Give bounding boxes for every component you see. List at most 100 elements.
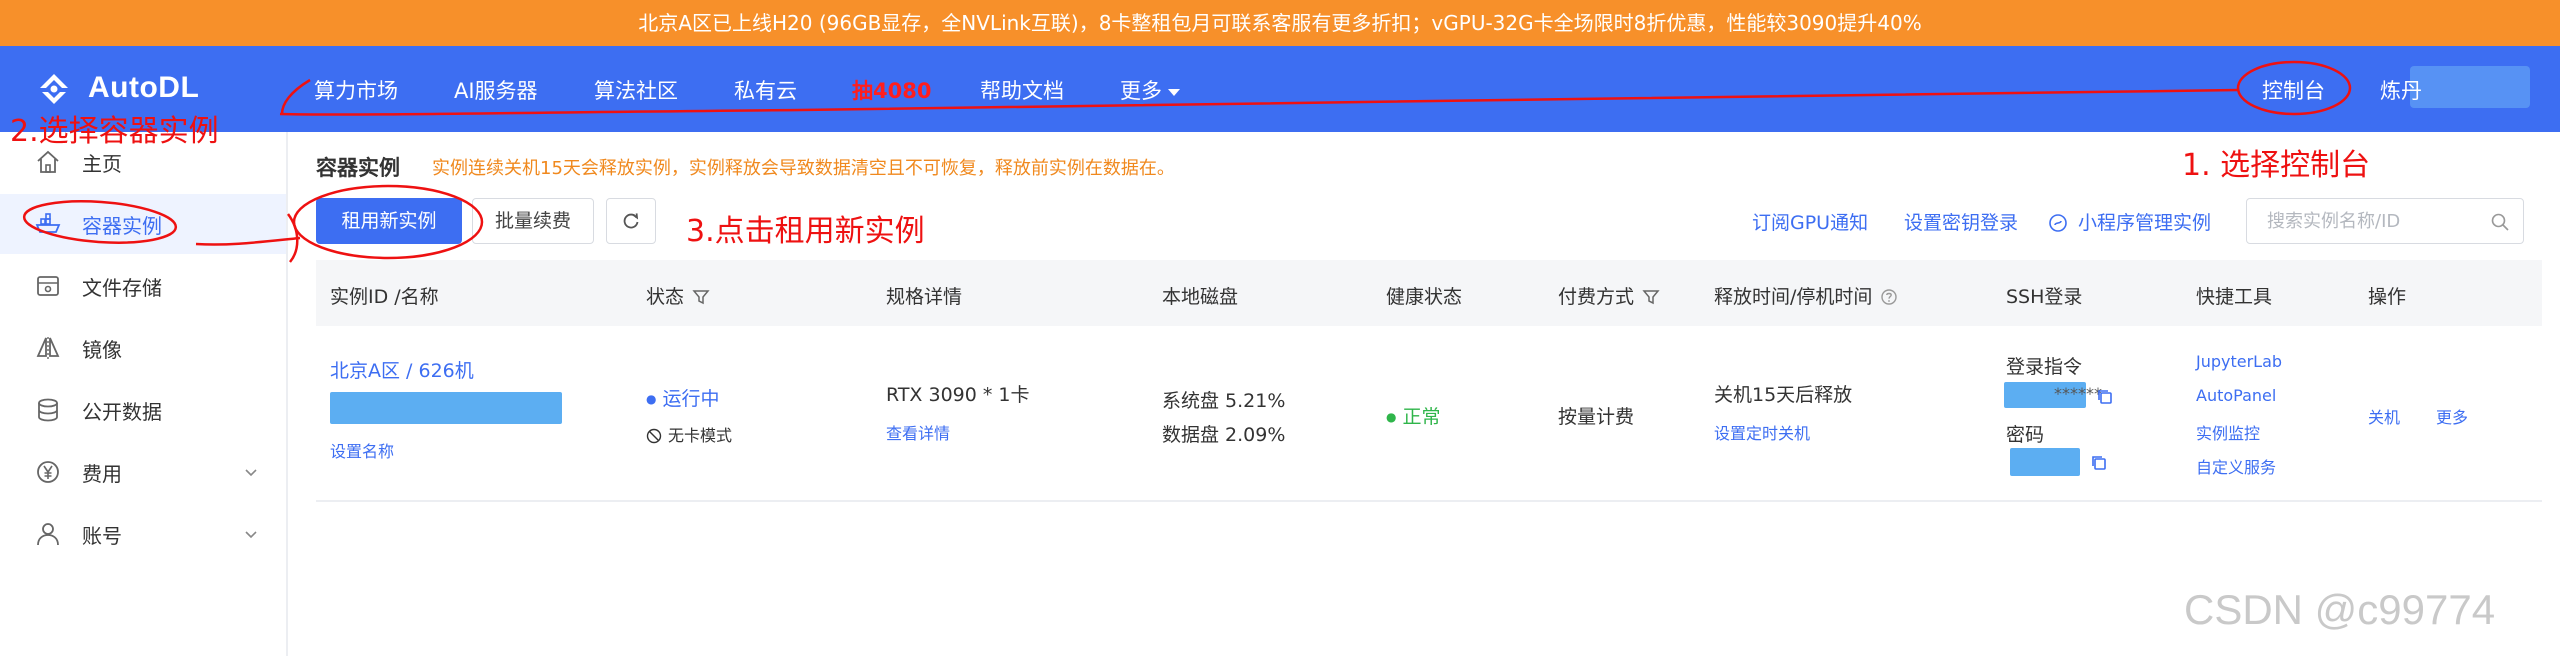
sidebar-item-label: 账号 bbox=[82, 523, 122, 548]
sidebar-item-label: 费用 bbox=[82, 461, 122, 486]
container-icon bbox=[35, 213, 61, 233]
column-health: 健康状态 bbox=[1386, 286, 1463, 308]
annotation-step-3: 3.点击租用新实例 bbox=[686, 214, 925, 249]
table-row: 北京A区 / 626机 设置名称 ● 运行中 无卡模式 RTX 3090 * 1卡… bbox=[316, 326, 2542, 502]
annotation-step-1: 1. 选择控制台 bbox=[2182, 148, 2371, 183]
mini-program-link[interactable]: 小程序管理实例 bbox=[2048, 208, 2211, 235]
tool-autopanel-link[interactable]: AutoPanel bbox=[2196, 386, 2276, 405]
copy-icon[interactable] bbox=[2090, 454, 2108, 472]
sidebar-item-label: 容器实例 bbox=[82, 213, 162, 238]
instance-name-link[interactable]: 北京A区 / 626机 bbox=[330, 356, 474, 383]
annotation-step-2: 2.选择容器实例 bbox=[10, 114, 219, 149]
yen-icon bbox=[37, 461, 59, 483]
csdn-watermark: CSDN @c99774 bbox=[2184, 586, 2496, 633]
view-details-link[interactable]: 查看详情 bbox=[886, 420, 950, 444]
release-notice: 实例连续关机15天会释放实例，实例释放会导致数据清空且不可恢复，释放前实例在数据… bbox=[432, 158, 1175, 179]
filter-icon bbox=[692, 290, 710, 305]
chevron-down-icon bbox=[1168, 88, 1180, 96]
top-navbar: AutoDL 算力市场 AI服务器 算法社区 私有云 抽4080 帮助文档 更多… bbox=[0, 46, 2560, 132]
column-billing[interactable]: 付费方式 bbox=[1558, 282, 1660, 309]
ban-icon bbox=[646, 428, 662, 444]
no-gpu-mode: 无卡模式 bbox=[646, 422, 732, 446]
batch-renew-button[interactable]: 批量续费 bbox=[472, 198, 594, 244]
column-status[interactable]: 状态 bbox=[646, 282, 710, 309]
billing-type: 按量计费 bbox=[1558, 406, 1635, 428]
column-release-time: 释放时间/停机时间 bbox=[1714, 282, 1898, 309]
image-icon bbox=[36, 337, 60, 359]
tool-monitor-link[interactable]: 实例监控 bbox=[2196, 420, 2260, 444]
sidebar-item-billing[interactable]: 费用 bbox=[0, 442, 286, 502]
column-instance-id: 实例ID /名称 bbox=[330, 286, 439, 308]
set-name-link[interactable]: 设置名称 bbox=[330, 438, 394, 462]
data-disk-usage: 数据盘 2.09% bbox=[1162, 424, 1286, 446]
search-input[interactable] bbox=[2246, 198, 2524, 244]
column-local-disk: 本地磁盘 bbox=[1162, 286, 1239, 308]
promo-banner[interactable]: 北京A区已上线H20 (96GB显存，全NVLink互联)，8卡整租包月可联系客… bbox=[0, 0, 2560, 46]
status-running: ● 运行中 bbox=[646, 388, 720, 410]
sidebar-item-label: 公开数据 bbox=[82, 399, 162, 424]
column-ssh: SSH登录 bbox=[2006, 286, 2083, 308]
column-actions: 操作 bbox=[2368, 286, 2407, 308]
nav-private-cloud[interactable]: 私有云 bbox=[734, 75, 797, 105]
ssh-password-mask bbox=[2010, 448, 2080, 476]
page-title: 容器实例 bbox=[316, 156, 400, 180]
tool-custom-service-link[interactable]: 自定义服务 bbox=[2196, 454, 2276, 478]
nav-help-docs[interactable]: 帮助文档 bbox=[980, 75, 1064, 105]
sidebar-item-account[interactable]: 账号 bbox=[0, 504, 286, 564]
spec-value: RTX 3090 * 1卡 bbox=[886, 384, 1030, 406]
nav-user[interactable]: 炼丹 bbox=[2380, 75, 2422, 105]
system-disk-usage: 系统盘 5.21% bbox=[1162, 390, 1286, 412]
sidebar-item-storage[interactable]: 文件存储 bbox=[0, 256, 286, 316]
autodl-logo-icon bbox=[40, 74, 68, 104]
more-actions-link[interactable]: 更多 bbox=[2436, 404, 2468, 428]
column-quick-tools: 快捷工具 bbox=[2196, 286, 2273, 308]
sidebar-item-images[interactable]: 镜像 bbox=[0, 318, 286, 378]
home-icon bbox=[37, 150, 59, 173]
column-billing-label: 付费方式 bbox=[1558, 286, 1635, 308]
sidebar-item-label: 镜像 bbox=[82, 337, 122, 362]
mini-program-label: 小程序管理实例 bbox=[2078, 212, 2212, 234]
no-gpu-mode-label: 无卡模式 bbox=[668, 426, 733, 445]
main-content: 容器实例 实例连续关机15天会释放实例，实例释放会导致数据清空且不可恢复，释放前… bbox=[290, 132, 2560, 656]
health-status: ● 正常 bbox=[1386, 406, 1441, 428]
logo-text: AutoDL bbox=[88, 71, 200, 104]
tool-jupyterlab-link[interactable]: JupyterLab bbox=[2196, 352, 2282, 371]
release-time: 关机15天后释放 bbox=[1714, 384, 1853, 406]
sidebar-item-label: 主页 bbox=[82, 151, 122, 176]
username-mask bbox=[2410, 66, 2530, 108]
sidebar-item-label: 文件存储 bbox=[82, 275, 162, 300]
ssh-command-masked: ****** bbox=[2054, 384, 2102, 403]
search-icon bbox=[2491, 213, 2509, 231]
table-header: 实例ID /名称 状态 规格详情 本地磁盘 健康状态 付费方式 释放时间/停机时… bbox=[316, 260, 2542, 326]
health-status-label: 正常 bbox=[1402, 406, 1441, 428]
help-icon[interactable] bbox=[1880, 288, 1898, 306]
sidebar-item-public-data[interactable]: 公开数据 bbox=[0, 380, 286, 440]
nav-ai-server[interactable]: AI服务器 bbox=[454, 75, 538, 105]
nav-algorithm-community[interactable]: 算法社区 bbox=[594, 75, 678, 105]
sidebar-item-containers[interactable]: 容器实例 bbox=[0, 194, 286, 254]
autodl-logo[interactable]: AutoDL bbox=[34, 68, 199, 108]
set-auto-shutdown-link[interactable]: 设置定时关机 bbox=[1714, 420, 1810, 444]
subscribe-gpu-link[interactable]: 订阅GPU通知 bbox=[1752, 208, 1868, 235]
rent-new-instance-button[interactable]: 租用新实例 bbox=[316, 198, 462, 244]
filter-icon bbox=[1642, 290, 1660, 305]
chevron-down-icon bbox=[245, 469, 257, 477]
shutdown-link[interactable]: 关机 bbox=[2368, 404, 2400, 428]
nav-compute-market[interactable]: 算力市场 bbox=[314, 75, 398, 105]
nav-more-label: 更多 bbox=[1120, 79, 1162, 103]
status-running-label: 运行中 bbox=[662, 388, 720, 410]
database-icon bbox=[38, 398, 58, 422]
nav-lottery-4080[interactable]: 抽4080 bbox=[852, 75, 931, 105]
nav-more[interactable]: 更多 bbox=[1120, 75, 1180, 105]
nav-console[interactable]: 控制台 bbox=[2262, 75, 2325, 105]
ssh-command-label: 登录指令 bbox=[2006, 356, 2083, 378]
copy-icon[interactable] bbox=[2096, 388, 2114, 406]
column-status-label: 状态 bbox=[646, 286, 685, 308]
refresh-icon bbox=[623, 213, 639, 229]
instance-id-mask bbox=[330, 392, 562, 424]
ssh-key-login-link[interactable]: 设置密钥登录 bbox=[1904, 208, 2018, 235]
column-release-label: 释放时间/停机时间 bbox=[1714, 286, 1873, 308]
ssh-password-label: 密码 bbox=[2006, 424, 2045, 446]
refresh-button[interactable] bbox=[606, 198, 656, 244]
chevron-down-icon bbox=[245, 531, 257, 539]
